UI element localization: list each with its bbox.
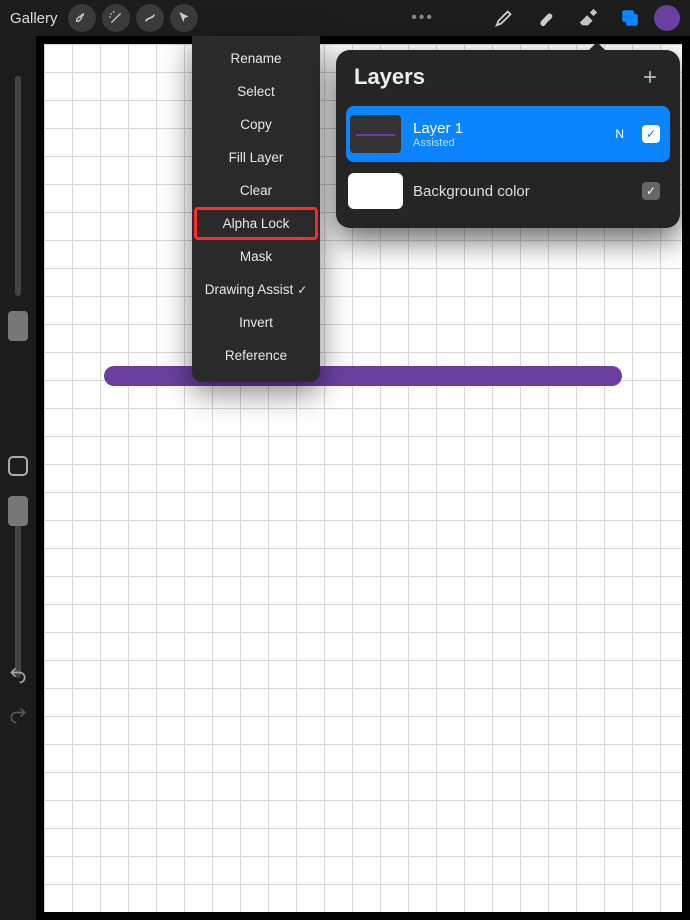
actions-button[interactable] [68, 4, 96, 32]
more-options-button[interactable]: ••• [411, 9, 434, 27]
check-icon: ✓ [297, 283, 307, 297]
top-toolbar: Gallery ••• [0, 0, 690, 36]
layer-thumbnail [348, 113, 403, 155]
layer-row[interactable]: Layer 1 Assisted N ✓ [346, 106, 670, 162]
layer-visibility-checkbox[interactable]: ✓ [642, 125, 660, 143]
selection-button[interactable] [136, 4, 164, 32]
layer-info: Background color [413, 183, 632, 200]
redo-button[interactable] [7, 704, 29, 726]
ctx-select[interactable]: Select [192, 75, 320, 108]
brush-size-slider-track[interactable] [15, 76, 21, 296]
color-picker-button[interactable] [654, 5, 680, 31]
ctx-reference[interactable]: Reference [192, 339, 320, 372]
ctx-rename[interactable]: Rename [192, 42, 320, 75]
transform-button[interactable] [170, 4, 198, 32]
modify-button[interactable] [8, 456, 28, 476]
undo-button[interactable] [7, 664, 29, 686]
layers-button[interactable] [612, 0, 648, 36]
undo-icon [8, 665, 28, 685]
drawn-stroke [104, 366, 622, 386]
layer-name: Layer 1 [413, 120, 605, 137]
ctx-clear[interactable]: Clear [192, 174, 320, 207]
ctx-drawing-assist[interactable]: Drawing Assist✓ [192, 273, 320, 306]
eraser-button[interactable] [570, 0, 606, 36]
layer-name: Background color [413, 183, 632, 200]
blend-mode-label[interactable]: N [615, 127, 624, 141]
eraser-icon [577, 7, 599, 29]
ctx-copy[interactable]: Copy [192, 108, 320, 141]
plus-icon [640, 67, 660, 87]
layers-title: Layers [354, 64, 425, 90]
layer-visibility-checkbox[interactable]: ✓ [642, 182, 660, 200]
layer-thumbnail [348, 173, 403, 209]
gallery-button[interactable]: Gallery [10, 10, 58, 27]
opacity-slider-thumb[interactable] [8, 496, 28, 526]
layer-info: Layer 1 Assisted [413, 120, 605, 149]
wrench-icon [74, 10, 90, 26]
opacity-slider-track[interactable] [15, 508, 21, 678]
ctx-mask[interactable]: Mask [192, 240, 320, 273]
brush-button[interactable] [486, 0, 522, 36]
ctx-invert[interactable]: Invert [192, 306, 320, 339]
layer-row[interactable]: Background color ✓ [346, 168, 670, 214]
layer-context-menu: Rename Select Copy Fill Layer Clear Alph… [192, 36, 320, 382]
ctx-alpha-lock[interactable]: Alpha Lock [194, 207, 318, 240]
ctx-fill-layer[interactable]: Fill Layer [192, 141, 320, 174]
left-sidebar [0, 36, 36, 920]
s-curve-icon [142, 10, 158, 26]
layers-icon [619, 7, 641, 29]
redo-icon [8, 705, 28, 725]
add-layer-button[interactable] [638, 65, 662, 89]
brush-size-slider-thumb[interactable] [8, 311, 28, 341]
layers-panel: Layers Layer 1 Assisted N ✓ Background c… [336, 50, 680, 228]
smudge-icon [535, 7, 557, 29]
brush-icon [493, 7, 515, 29]
popover-arrow-icon [588, 42, 606, 51]
cursor-icon [176, 10, 192, 26]
layer-subtitle: Assisted [413, 137, 605, 149]
layers-header: Layers [336, 50, 680, 100]
wand-icon [108, 10, 124, 26]
smudge-button[interactable] [528, 0, 564, 36]
adjustments-button[interactable] [102, 4, 130, 32]
